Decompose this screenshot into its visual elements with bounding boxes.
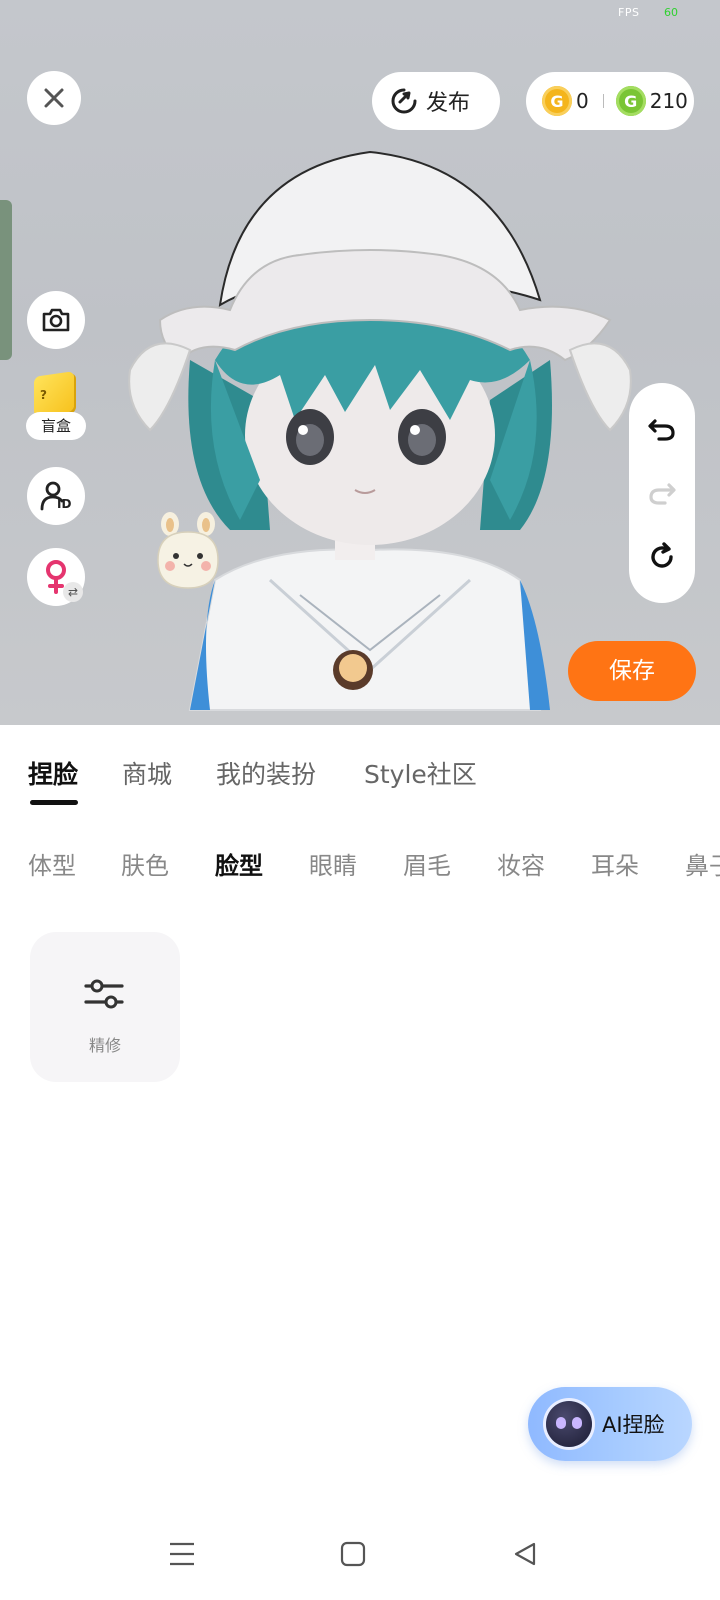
currency-display[interactable]: G 0 G 210 [526, 72, 694, 130]
side-drawer-handle[interactable] [0, 200, 12, 360]
blindbox-label: 盲盒 [26, 412, 86, 440]
sliders-icon [84, 979, 124, 1009]
green-coin-icon: G [615, 86, 646, 116]
subtab-eyes[interactable]: 眼睛 [309, 846, 357, 881]
tab-my-outfits[interactable]: 我的装扮 [216, 755, 316, 791]
subtab-eyebrows[interactable]: 眉毛 [403, 846, 451, 881]
close-icon [44, 88, 64, 108]
subtab-skin-color[interactable]: 肤色 [121, 846, 169, 881]
category-tabs: 体型 肤色 脸型 眼睛 眉毛 妆容 耳朵 鼻子 [0, 828, 720, 888]
reset-icon [651, 542, 673, 568]
system-nav-bar [0, 1508, 720, 1600]
fine-tune-tile[interactable]: 精修 [30, 932, 180, 1082]
redo-icon [649, 483, 676, 505]
tab-shop[interactable]: 商城 [122, 755, 172, 791]
camera-icon [42, 308, 70, 332]
fps-label: FPS [618, 6, 640, 19]
swap-icon: ⇄ [63, 582, 83, 602]
history-controls [629, 383, 695, 603]
back-nav-button[interactable] [505, 1534, 545, 1574]
fps-value: 60 [664, 6, 678, 19]
pet-bunny[interactable] [150, 510, 226, 594]
reset-button[interactable] [644, 539, 680, 575]
gold-coin-value: 0 [576, 89, 589, 113]
fine-tune-label: 精修 [88, 1036, 121, 1055]
avatar-preview[interactable]: FPS 60 发布 G 0 G 210 ? 盲盒 ID ⇄ 保存 [0, 0, 720, 725]
menu-icon [170, 1542, 194, 1566]
save-button[interactable]: 保存 [568, 641, 696, 701]
avatar-id-button[interactable]: ID [27, 467, 85, 525]
undo-icon [648, 419, 675, 441]
close-button[interactable] [27, 71, 81, 125]
ai-robot-icon [546, 1401, 592, 1447]
avatar-character[interactable] [120, 150, 640, 725]
subtab-body-type[interactable]: 体型 [28, 846, 76, 881]
undo-button[interactable] [644, 411, 680, 447]
gold-coin-icon: G [542, 86, 572, 116]
tab-style-community[interactable]: Style社区 [364, 755, 477, 791]
main-tabs: 捏脸 商城 我的装扮 Style社区 [0, 725, 720, 815]
id-badge: ID [57, 497, 72, 511]
active-tab-indicator [30, 800, 78, 805]
camera-button[interactable] [27, 291, 85, 349]
blindbox-button[interactable]: ? 盲盒 [26, 371, 86, 444]
subtab-nose[interactable]: 鼻子 [685, 846, 720, 881]
blindbox-question-mark: ? [40, 388, 47, 402]
publish-icon [391, 88, 417, 114]
ai-face-label: AI捏脸 [602, 1413, 665, 1437]
home-nav-button[interactable] [333, 1534, 373, 1574]
publish-label: 发布 [426, 91, 471, 116]
subtab-face-shape[interactable]: 脸型 [215, 846, 263, 881]
home-square-icon [340, 1541, 366, 1567]
subtab-ears[interactable]: 耳朵 [591, 846, 639, 881]
menu-nav-button[interactable] [162, 1534, 202, 1574]
subtab-makeup[interactable]: 妆容 [497, 846, 545, 881]
back-triangle-icon [514, 1542, 536, 1566]
gender-switch-button[interactable]: ⇄ [27, 548, 85, 606]
redo-button[interactable] [644, 475, 680, 511]
ai-face-button[interactable]: AI捏脸 [528, 1387, 692, 1461]
tab-face-edit[interactable]: 捏脸 [28, 755, 78, 791]
publish-button[interactable]: 发布 [372, 72, 500, 130]
coin-divider [602, 94, 604, 108]
green-coin-value: 210 [649, 89, 688, 113]
